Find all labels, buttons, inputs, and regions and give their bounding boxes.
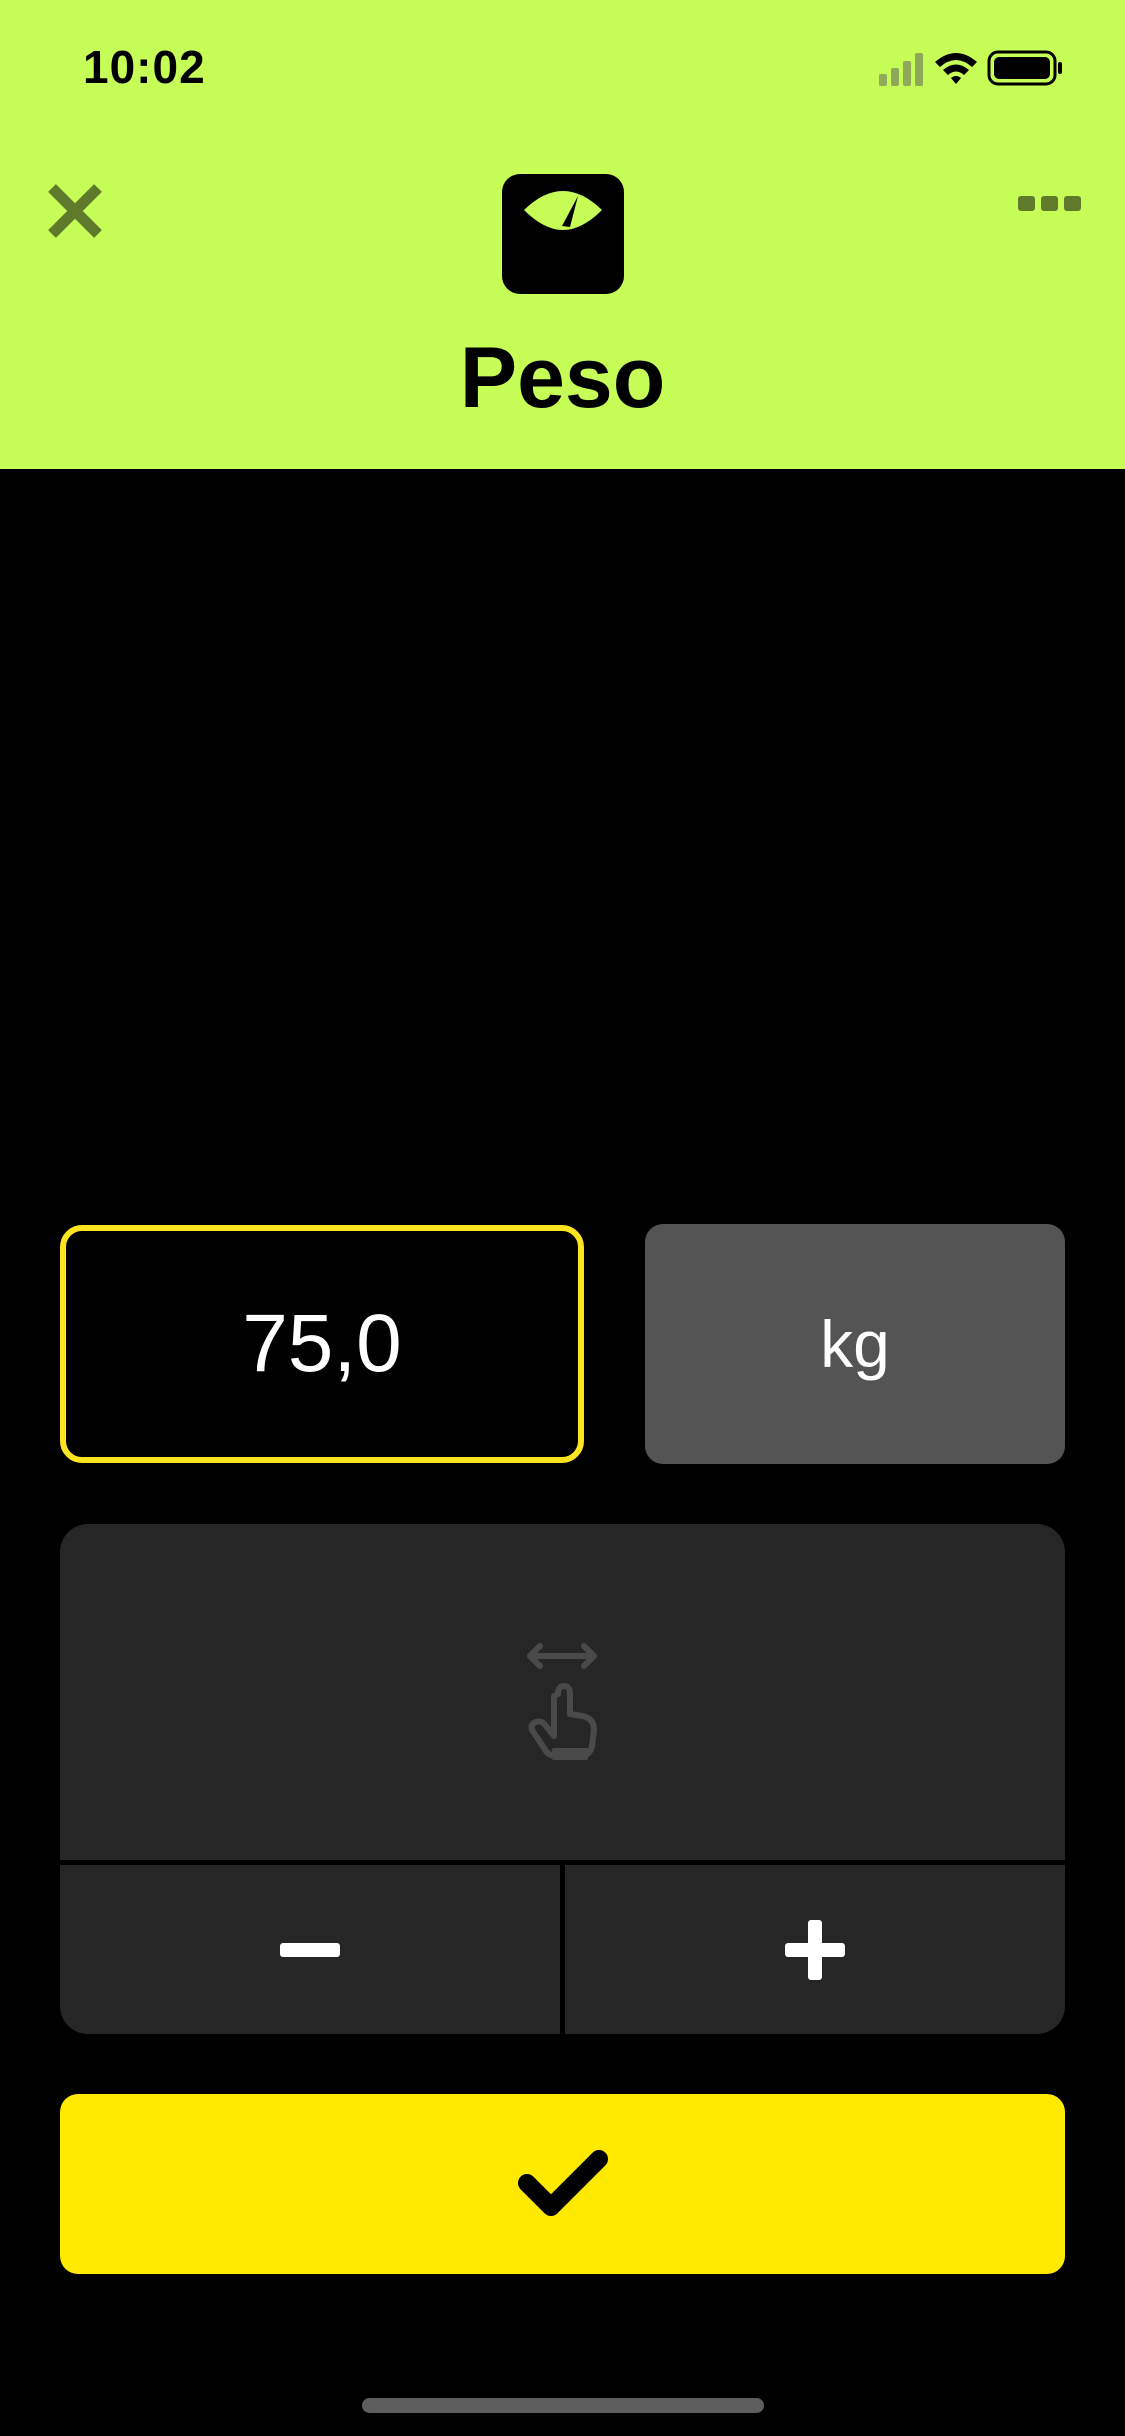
battery-icon bbox=[987, 50, 1062, 86]
close-icon bbox=[48, 184, 102, 238]
header: 10:02 Peso bbox=[0, 0, 1125, 469]
cellular-signal-icon bbox=[879, 53, 923, 86]
more-icon bbox=[1018, 196, 1081, 211]
status-time: 10:02 bbox=[83, 41, 206, 93]
home-indicator[interactable] bbox=[362, 2398, 764, 2413]
value-adjuster bbox=[60, 1524, 1065, 2034]
weight-value-input[interactable]: 75,0 bbox=[60, 1225, 584, 1463]
status-icons bbox=[879, 50, 1062, 86]
scale-icon bbox=[502, 174, 624, 294]
unit-selector-button[interactable]: kg bbox=[645, 1224, 1065, 1464]
minus-icon bbox=[280, 1942, 340, 1957]
checkmark-icon bbox=[517, 2150, 608, 2216]
increment-button[interactable] bbox=[565, 1865, 1065, 2034]
confirm-button[interactable] bbox=[60, 2094, 1065, 2274]
swipe-adjust-area[interactable] bbox=[60, 1524, 1065, 1860]
plus-icon bbox=[785, 1919, 845, 1980]
wifi-icon bbox=[935, 53, 977, 84]
more-button[interactable] bbox=[1018, 192, 1082, 216]
page-title: Peso bbox=[459, 330, 666, 426]
swipe-horizontal-icon bbox=[527, 1643, 597, 1760]
close-button[interactable] bbox=[44, 180, 106, 242]
decrement-button[interactable] bbox=[60, 1865, 560, 2034]
